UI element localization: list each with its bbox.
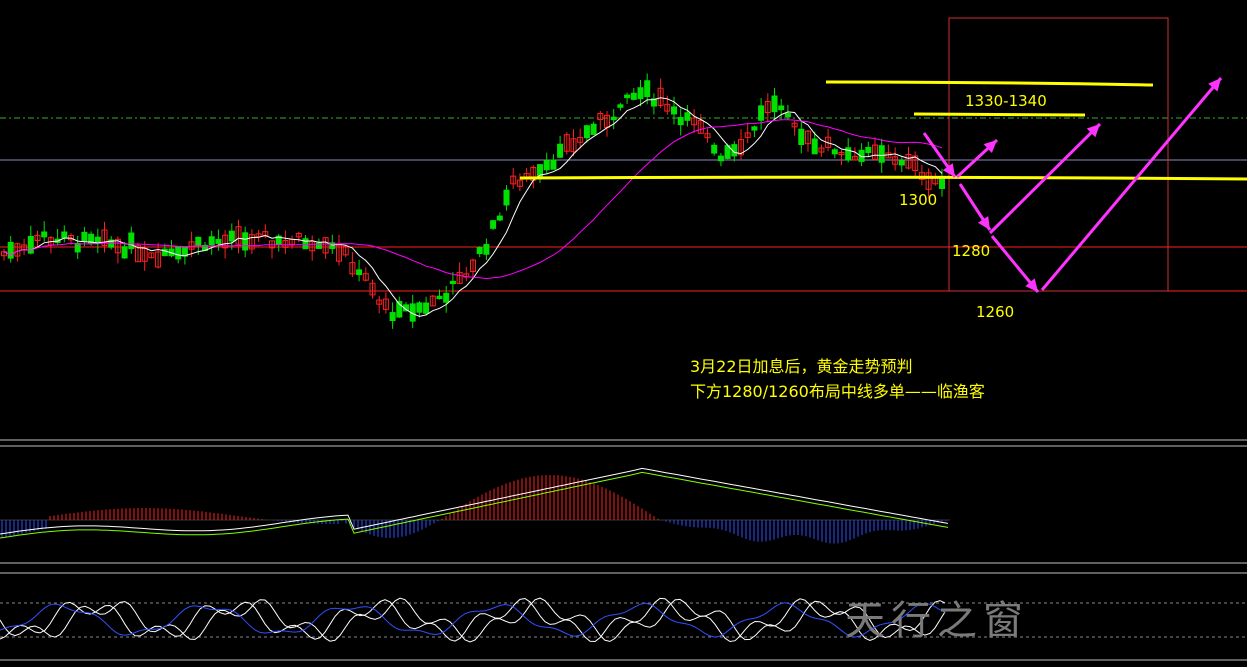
candle-body [74, 242, 81, 253]
candle-body [898, 160, 905, 166]
candle-body [684, 112, 691, 121]
candle-body [811, 138, 818, 155]
candle-body [41, 231, 48, 238]
candle-body [208, 236, 215, 246]
candle-body [671, 106, 677, 115]
candle-body [496, 215, 503, 221]
candle-body [557, 143, 564, 158]
candle-body [624, 94, 631, 99]
candle-body [443, 292, 450, 303]
candle-body [865, 146, 872, 153]
candle-body [389, 312, 396, 322]
level-1260-label: 1260 [976, 303, 1015, 321]
candle-body [590, 123, 597, 135]
candle-body [550, 159, 557, 170]
candle-body [416, 302, 423, 313]
candle-body [717, 155, 724, 162]
forecast-arrow-6 [1040, 77, 1223, 291]
candle-body [242, 232, 249, 251]
candle-body [637, 87, 644, 100]
candle-body [878, 145, 885, 163]
annotation-line-1: 3月22日加息后，黄金走势预判 [690, 357, 913, 376]
oscillator-line [0, 597, 946, 643]
candle-body [831, 149, 838, 155]
candle-body [798, 128, 805, 146]
candle-body [630, 92, 637, 100]
candle-body [483, 243, 490, 255]
candle-body [711, 144, 718, 154]
candle-body [617, 104, 624, 108]
candle-body [503, 189, 510, 206]
candle-body [315, 242, 322, 249]
oscillator-line [0, 602, 946, 638]
candle-body [423, 302, 430, 314]
candle-body [543, 160, 550, 171]
annotation-line-2: 下方1280/1260布局中线多单——临渔客 [690, 382, 985, 401]
candle-body [583, 125, 590, 139]
candle-body [939, 178, 945, 190]
candle-body [175, 246, 182, 260]
watermark: 天行之窗 [845, 598, 1029, 644]
level-1300-label: 1300 [899, 191, 938, 209]
candle-body [476, 247, 483, 255]
candle-body [128, 232, 135, 250]
level-1340-line [825, 80, 1154, 87]
candle-body [228, 230, 235, 242]
candle-body [751, 126, 758, 131]
candle-body [81, 231, 88, 242]
candle-body [195, 236, 202, 246]
candle-body [436, 295, 443, 300]
candle-body [778, 105, 785, 111]
candle-body [215, 238, 222, 244]
candle-body [61, 231, 68, 239]
level-1280-label: 1280 [952, 242, 991, 260]
price-chart [0, 17, 1247, 661]
candle-body [7, 241, 14, 259]
candle-body [644, 80, 651, 98]
candle-body [677, 117, 684, 126]
candle-body [302, 238, 309, 250]
level-1330-line [913, 112, 1086, 117]
candle-body [784, 113, 791, 118]
candle-body [610, 116, 617, 121]
candle-body [356, 269, 363, 276]
candle-body [490, 220, 497, 229]
range-label: 1330-1340 [965, 92, 1047, 110]
candle-body [771, 95, 778, 113]
candle-body [758, 105, 765, 121]
candle-body [121, 246, 128, 259]
candle-body [449, 280, 456, 285]
